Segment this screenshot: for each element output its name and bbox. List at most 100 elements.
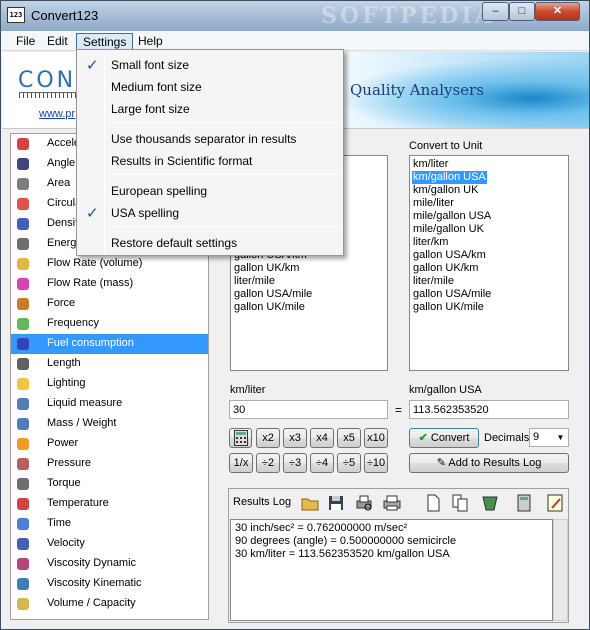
category-item[interactable]: Viscosity Dynamic [11,554,208,574]
category-item[interactable]: Velocity [11,534,208,554]
operation-button[interactable]: ÷5 [337,453,361,473]
floppy-icon [329,496,343,510]
copy-icon [452,494,468,512]
convert-button[interactable]: ✔ Convert [409,428,479,448]
website-link[interactable]: www.pr [39,108,75,120]
category-item[interactable]: Force [11,294,208,314]
thermometer-icon [15,496,31,512]
print-button[interactable] [381,492,403,514]
list-item[interactable]: gallon USA/mile [412,288,492,301]
operation-button[interactable]: x5 [337,428,361,448]
category-item[interactable]: Fuel consumption [11,334,208,354]
category-item[interactable]: Flow Rate (volume) [11,254,208,274]
calculator-icon [517,494,531,512]
category-item[interactable]: Mass / Weight [11,414,208,434]
menu-item-large-font[interactable]: Large font size [79,99,341,119]
category-item[interactable]: Lighting [11,374,208,394]
close-button[interactable]: ✕ [535,2,580,21]
operation-button[interactable]: x4 [310,428,334,448]
list-item[interactable]: gallon UK/km [233,262,300,275]
chevron-down-icon[interactable]: ▼ [554,430,567,445]
density-icon [15,216,31,232]
list-item[interactable]: liter/mile [412,275,455,288]
list-item[interactable]: gallon UK/mile [412,301,485,314]
menu-item-restore-defaults[interactable]: Restore default settings [79,233,341,253]
open-folder-button[interactable] [299,492,321,514]
list-item[interactable]: liter/mile [233,275,276,288]
convert-button-label: Convert [430,432,470,444]
list-item[interactable]: gallon USA/mile [233,288,313,301]
category-label: Flow Rate (mass) [47,277,134,289]
barrel-icon [15,396,31,412]
category-item[interactable]: Viscosity Kinematic [11,574,208,594]
list-item[interactable]: mile/gallon UK [412,223,485,236]
maximize-button[interactable]: □ [509,2,535,21]
dumbbell-icon [15,416,31,432]
menu-help[interactable]: Help [132,33,169,50]
operation-button[interactable]: ÷4 [310,453,334,473]
fuel-icon [15,336,31,352]
menu-item-small-font[interactable]: ✓ Small font size [79,55,341,75]
list-item[interactable]: gallon USA/km [412,249,487,262]
operation-button[interactable]: x2 [256,428,280,448]
list-item[interactable]: mile/liter [412,197,455,210]
add-to-log-button[interactable]: ✎ Add to Results Log [409,453,569,473]
save-button[interactable] [325,492,347,514]
minimize-button[interactable]: – [482,2,509,21]
list-item[interactable]: km/gallon UK [412,184,479,197]
new-log-button[interactable] [422,492,444,514]
folder-icon [301,498,319,511]
category-item[interactable]: Time [11,514,208,534]
category-item[interactable]: Liquid measure [11,394,208,414]
category-item[interactable]: Temperature [11,494,208,514]
menu-item-thousands-separator[interactable]: Use thousands separator in results [79,129,341,149]
operation-button[interactable]: x3 [283,428,307,448]
operation-button[interactable]: x10 [364,428,388,448]
menu-item-medium-font[interactable]: Medium font size [79,77,341,97]
menu-item-scientific-format[interactable]: Results in Scientific format [79,151,341,171]
menu-file[interactable]: File [10,33,41,50]
menu-settings[interactable]: Settings [76,33,134,50]
list-item[interactable]: km/gallon USA [412,171,487,184]
category-label: Length [47,357,81,369]
category-item[interactable]: Pressure [11,454,208,474]
category-label: Flow Rate (volume) [47,257,143,269]
category-item[interactable]: Torque [11,474,208,494]
menu-item-usa-spelling[interactable]: ✓ USA spelling [79,203,341,223]
list-item[interactable]: km/liter [412,158,449,171]
calculator-tool-button[interactable] [513,492,535,514]
operation-button[interactable]: ÷3 [283,453,307,473]
list-item[interactable]: gallon UK/km [412,262,479,275]
title-bar[interactable]: 123 Convert123 SOFTPEDIA – □ ✕ [1,1,589,31]
clear-log-button[interactable] [479,492,501,514]
category-label: Mass / Weight [47,417,117,429]
menu-item-european-spelling[interactable]: European spelling [79,181,341,201]
settings-menu: ✓ Small font size Medium font size Large … [76,49,344,256]
app-icon[interactable]: 123 [7,7,25,23]
to-value-output[interactable]: 113.562353520 [409,400,569,419]
operation-button[interactable]: 1/x [229,453,253,473]
menu-item-label: Medium font size [111,80,202,94]
to-unit-list[interactable]: km/liter km/gallon USA km/gallon UK mile/li… [409,155,569,371]
category-label: Velocity [47,537,85,549]
angle-icon [15,156,31,172]
category-item[interactable]: Frequency [11,314,208,334]
copy-button[interactable] [449,492,471,514]
from-value-input[interactable]: 30 [229,400,388,419]
category-item[interactable]: Volume / Capacity [11,594,208,614]
calculator-button[interactable] [229,428,252,448]
category-item[interactable]: Power [11,434,208,454]
results-log-text[interactable]: 30 inch/sec² = 0.762000000 m/sec² 90 deg… [230,519,553,621]
log-scrollbar[interactable] [553,519,568,621]
category-item[interactable]: Length [11,354,208,374]
category-item[interactable]: Flow Rate (mass) [11,274,208,294]
menu-edit[interactable]: Edit [41,33,74,50]
print-preview-button[interactable] [353,492,375,514]
edit-button[interactable] [544,492,566,514]
list-item[interactable]: gallon UK/mile [233,301,306,314]
operation-button[interactable]: ÷2 [256,453,280,473]
decimals-select[interactable]: 9 ▼ [529,428,569,447]
list-item[interactable]: liter/km [412,236,449,249]
list-item[interactable]: mile/gallon USA [412,210,492,223]
operation-button[interactable]: ÷10 [364,453,388,473]
